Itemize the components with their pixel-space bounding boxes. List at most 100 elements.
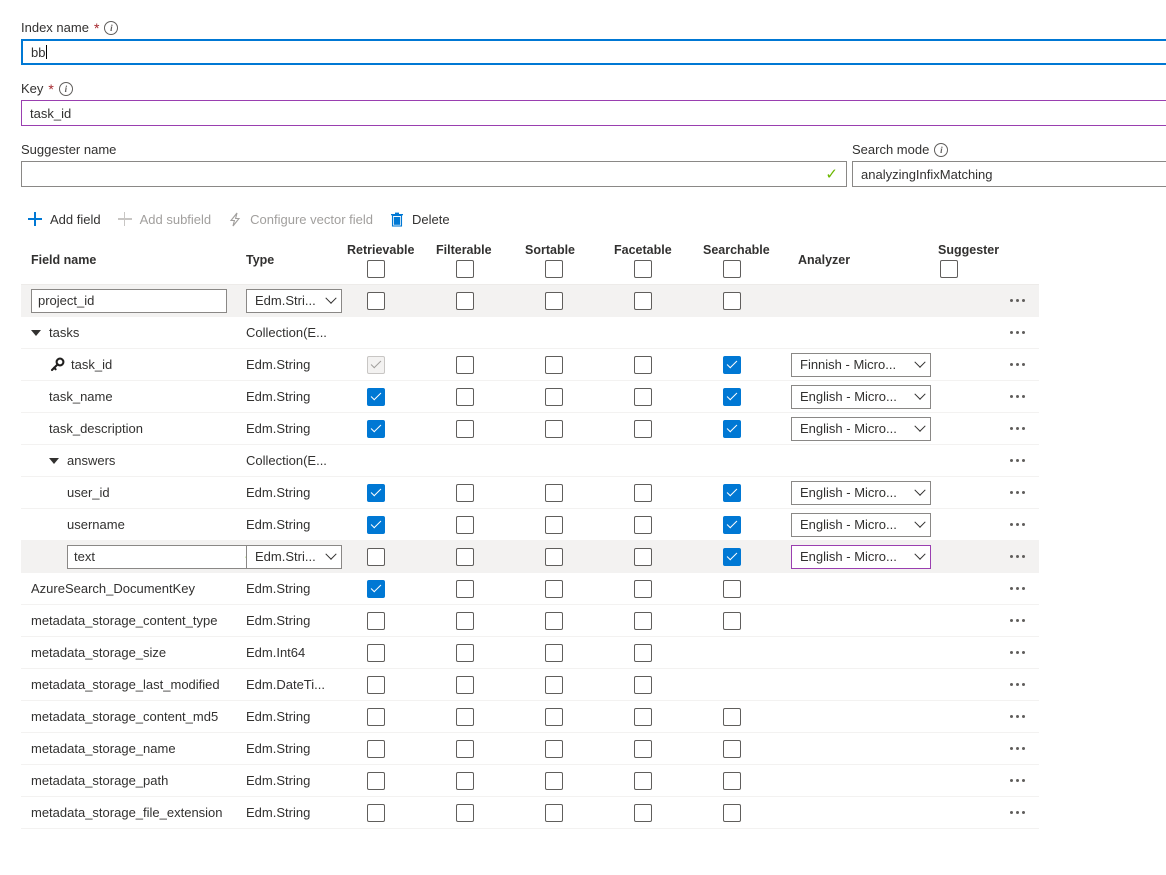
row-overflow-menu-icon[interactable]: [1006, 293, 1029, 308]
table-row[interactable]: task_description Edm.String English - Micr…: [21, 413, 1039, 445]
checkbox-retrievable[interactable]: [367, 547, 385, 566]
configure-vector-field-button[interactable]: Configure vector field: [221, 207, 383, 231]
header-checkbox-searchable[interactable]: [723, 260, 741, 278]
checkbox-searchable[interactable]: [723, 547, 741, 566]
checkbox-filterable[interactable]: [456, 739, 474, 758]
checkbox-sortable[interactable]: [545, 611, 563, 630]
info-icon[interactable]: i: [934, 143, 949, 157]
header-checkbox-sortable[interactable]: [545, 260, 563, 278]
suggester-name-input[interactable]: ✓: [21, 161, 847, 187]
checkbox-retrievable[interactable]: [367, 291, 385, 310]
table-row[interactable]: task_id Edm.String Finnish - Micro...: [21, 349, 1039, 381]
checkbox-facetable[interactable]: [634, 611, 652, 630]
checkbox-sortable[interactable]: [545, 291, 563, 310]
row-overflow-menu-icon[interactable]: [1006, 741, 1029, 756]
index-name-input[interactable]: bb: [21, 39, 1166, 65]
checkbox-sortable[interactable]: [545, 355, 563, 374]
row-overflow-menu-icon[interactable]: [1006, 421, 1029, 436]
checkbox-facetable[interactable]: [634, 419, 652, 438]
table-row[interactable]: metadata_storage_path Edm.String: [21, 765, 1039, 797]
checkbox-facetable[interactable]: [634, 579, 652, 598]
table-row[interactable]: user_id Edm.String English - Micro...: [21, 477, 1039, 509]
row-overflow-menu-icon[interactable]: [1006, 517, 1029, 532]
add-subfield-button[interactable]: Add subfield: [111, 207, 222, 231]
checkbox-searchable[interactable]: [723, 611, 741, 630]
checkbox-facetable[interactable]: [634, 707, 652, 726]
field-type-dropdown[interactable]: Edm.Stri...: [246, 288, 342, 313]
table-row[interactable]: metadata_storage_content_md5 Edm.String: [21, 701, 1039, 733]
row-overflow-menu-icon[interactable]: [1006, 805, 1029, 820]
checkbox-searchable[interactable]: [723, 387, 741, 406]
analyzer-dropdown[interactable]: English - Micro...: [791, 384, 931, 409]
analyzer-dropdown[interactable]: English - Micro...: [791, 416, 931, 441]
add-field-button[interactable]: Add field: [21, 207, 111, 231]
checkbox-sortable[interactable]: [545, 803, 563, 822]
checkbox-retrievable[interactable]: [367, 803, 385, 822]
checkbox-sortable[interactable]: [545, 771, 563, 790]
checkbox-sortable[interactable]: [545, 387, 563, 406]
analyzer-dropdown[interactable]: English - Micro...: [791, 544, 931, 569]
checkbox-retrievable[interactable]: [367, 707, 385, 726]
row-overflow-menu-icon[interactable]: [1006, 773, 1029, 788]
checkbox-sortable[interactable]: [545, 579, 563, 598]
checkbox-sortable[interactable]: [545, 547, 563, 566]
checkbox-retrievable[interactable]: [367, 611, 385, 630]
checkbox-searchable[interactable]: [723, 355, 741, 374]
field-name-input[interactable]: project_id: [31, 288, 227, 313]
table-row[interactable]: AzureSearch_DocumentKey Edm.String: [21, 573, 1039, 605]
checkbox-sortable[interactable]: [545, 483, 563, 502]
checkbox-facetable[interactable]: [634, 355, 652, 374]
checkbox-facetable[interactable]: [634, 291, 652, 310]
checkbox-retrievable[interactable]: [367, 387, 385, 406]
header-checkbox-retrievable[interactable]: [367, 260, 385, 278]
checkbox-filterable[interactable]: [456, 291, 474, 310]
search-mode-input[interactable]: analyzingInfixMatching: [852, 161, 1166, 187]
analyzer-dropdown[interactable]: Finnish - Micro...: [791, 352, 931, 377]
table-row[interactable]: username Edm.String English - Micro...: [21, 509, 1039, 541]
expand-collapse-triangle-icon[interactable]: [49, 457, 59, 464]
checkbox-facetable[interactable]: [634, 643, 652, 662]
checkbox-retrievable[interactable]: [367, 579, 385, 598]
checkbox-sortable[interactable]: [545, 707, 563, 726]
checkbox-searchable[interactable]: [723, 771, 741, 790]
checkbox-facetable[interactable]: [634, 739, 652, 758]
checkbox-searchable[interactable]: [723, 419, 741, 438]
field-name-input[interactable]: text✓: [67, 544, 263, 569]
checkbox-searchable[interactable]: [723, 803, 741, 822]
checkbox-filterable[interactable]: [456, 547, 474, 566]
checkbox-filterable[interactable]: [456, 675, 474, 694]
checkbox-searchable[interactable]: [723, 707, 741, 726]
checkbox-filterable[interactable]: [456, 643, 474, 662]
checkbox-facetable[interactable]: [634, 675, 652, 694]
checkbox-filterable[interactable]: [456, 387, 474, 406]
table-row[interactable]: text✓Edm.Stri... English - Micro...: [21, 541, 1039, 573]
row-overflow-menu-icon[interactable]: [1006, 549, 1029, 564]
header-checkbox-suggester[interactable]: [940, 260, 958, 278]
row-overflow-menu-icon[interactable]: [1006, 677, 1029, 692]
checkbox-facetable[interactable]: [634, 483, 652, 502]
checkbox-facetable[interactable]: [634, 803, 652, 822]
checkbox-searchable[interactable]: [723, 515, 741, 534]
checkbox-searchable[interactable]: [723, 483, 741, 502]
checkbox-sortable[interactable]: [545, 675, 563, 694]
checkbox-retrievable[interactable]: [367, 483, 385, 502]
checkbox-retrievable[interactable]: [367, 515, 385, 534]
table-row[interactable]: metadata_storage_content_type Edm.String: [21, 605, 1039, 637]
table-row[interactable]: metadata_storage_name Edm.String: [21, 733, 1039, 765]
checkbox-retrievable[interactable]: [367, 739, 385, 758]
info-icon[interactable]: i: [104, 21, 119, 35]
analyzer-dropdown[interactable]: English - Micro...: [791, 512, 931, 537]
info-icon[interactable]: i: [58, 82, 73, 96]
checkbox-filterable[interactable]: [456, 611, 474, 630]
table-row[interactable]: project_id Edm.Stri...: [21, 285, 1039, 317]
table-row[interactable]: metadata_storage_last_modified Edm.DateTi…: [21, 669, 1039, 701]
row-overflow-menu-icon[interactable]: [1006, 325, 1029, 340]
header-checkbox-filterable[interactable]: [456, 260, 474, 278]
checkbox-sortable[interactable]: [545, 515, 563, 534]
checkbox-facetable[interactable]: [634, 771, 652, 790]
table-row[interactable]: task_name Edm.String English - Micro...: [21, 381, 1039, 413]
analyzer-dropdown[interactable]: English - Micro...: [791, 480, 931, 505]
checkbox-searchable[interactable]: [723, 579, 741, 598]
checkbox-filterable[interactable]: [456, 707, 474, 726]
checkbox-retrievable[interactable]: [367, 643, 385, 662]
